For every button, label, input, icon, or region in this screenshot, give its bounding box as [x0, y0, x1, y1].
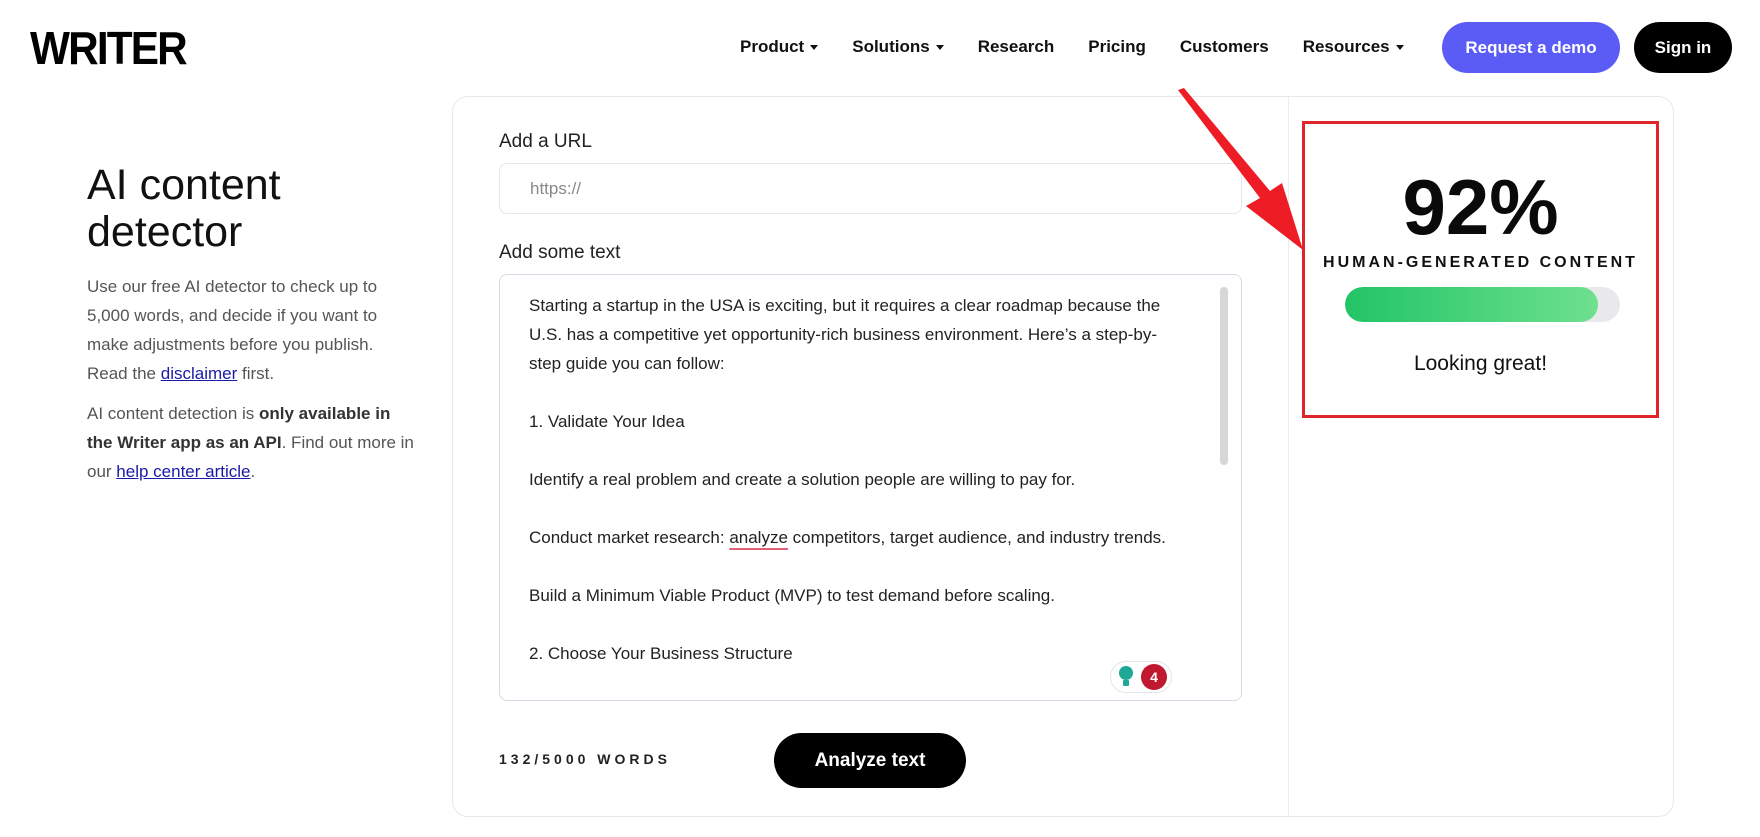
result-progress-fill	[1345, 287, 1598, 322]
intro-description: Use our free AI detector to check up to …	[87, 272, 417, 388]
text-input-area[interactable]: Starting a startup in the USA is excitin…	[499, 274, 1242, 701]
text-label: Add some text	[499, 242, 621, 263]
nav-research-label: Research	[977, 37, 1055, 56]
sign-in-button[interactable]: Sign in	[1634, 22, 1732, 73]
nav-pricing[interactable]: Pricing	[1088, 37, 1146, 57]
text-paragraph: 2. Choose Your Business Structure	[529, 644, 793, 663]
api-note-text-1: AI content detection is	[87, 404, 259, 423]
nav-product[interactable]: Product	[740, 37, 819, 57]
red-arrow-annotation	[1178, 88, 1303, 250]
nav-resources-label: Resources	[1302, 37, 1390, 56]
suggestion-count-badge: 4	[1141, 664, 1167, 690]
chevron-down-icon	[810, 44, 819, 50]
request-demo-button[interactable]: Request a demo	[1442, 22, 1620, 73]
text-paragraph: Identify a real problem and create a sol…	[529, 470, 1076, 489]
text-fragment: Conduct market research:	[529, 528, 730, 547]
text-scrollbar[interactable]	[1220, 287, 1228, 465]
intro-section: AI content detector Use our free AI dete…	[87, 162, 417, 486]
nav-pricing-label: Pricing	[1088, 37, 1146, 56]
nav-solutions-label: Solutions	[852, 37, 930, 56]
help-center-link[interactable]: help center article	[116, 462, 250, 481]
text-paragraph: Starting a startup in the USA is excitin…	[529, 296, 1161, 373]
nav-solutions[interactable]: Solutions	[852, 37, 944, 57]
chevron-down-icon	[1395, 44, 1404, 50]
text-fragment: competitors, target audience, and indust…	[787, 528, 1166, 547]
text-paragraph: Conduct market research: analyze competi…	[529, 523, 1189, 552]
url-input[interactable]	[499, 163, 1242, 214]
result-label: HUMAN-GENERATED CONTENT	[1323, 254, 1638, 271]
nav-customers[interactable]: Customers	[1180, 37, 1269, 57]
result-panel: 92% HUMAN-GENERATED CONTENT Looking grea…	[1302, 121, 1659, 418]
analyze-text-button[interactable]: Analyze text	[774, 733, 966, 788]
result-progress-track	[1345, 287, 1620, 322]
human-percent: 92%	[1402, 163, 1559, 251]
writer-logo[interactable]: WRITER	[30, 25, 188, 71]
nav-research[interactable]: Research	[978, 37, 1055, 57]
intro-text-2: first.	[237, 364, 275, 383]
site-header: WRITER Product Solutions Research Pricin…	[0, 0, 1760, 95]
chevron-down-icon	[935, 44, 944, 50]
api-note: AI content detection is only available i…	[87, 399, 417, 486]
disclaimer-link[interactable]: disclaimer	[161, 364, 238, 383]
main-nav: Product Solutions Research Pricing Custo…	[740, 34, 1438, 60]
api-note-text-3: .	[250, 462, 256, 481]
url-label: Add a URL	[499, 131, 592, 152]
text-paragraph: 1. Validate Your Idea	[529, 412, 685, 431]
nav-resources[interactable]: Resources	[1303, 37, 1404, 57]
nav-customers-label: Customers	[1179, 37, 1269, 56]
grammar-widget[interactable]: 4	[1110, 661, 1172, 693]
lightbulb-icon	[1117, 666, 1135, 688]
word-count: 132/5000 WORDS	[499, 751, 671, 767]
nav-product-label: Product	[740, 37, 805, 56]
result-status: Looking great!	[1413, 352, 1548, 375]
text-paragraph: Build a Minimum Viable Product (MVP) to …	[529, 586, 1055, 605]
page-title: AI content detector	[87, 161, 281, 256]
text-content: Starting a startup in the USA is excitin…	[529, 291, 1189, 697]
flagged-word[interactable]: analyze	[729, 528, 788, 547]
